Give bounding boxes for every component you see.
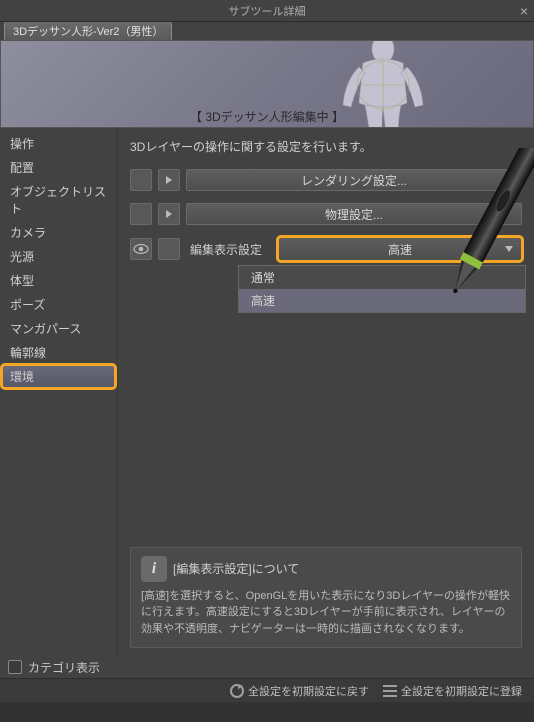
sidebar-item-outline[interactable]: 輪郭線 xyxy=(2,341,115,364)
play-icon-1[interactable] xyxy=(158,169,180,191)
subtitle-tab-bar: 3Dデッサン人形-Ver2（男性） xyxy=(0,22,534,40)
toggle-small-2[interactable] xyxy=(130,203,152,225)
info-icon: i xyxy=(141,556,167,582)
rendering-settings-button[interactable]: レンダリング設定... xyxy=(186,169,522,191)
info-title: [編集表示設定]について xyxy=(173,560,299,577)
preview-caption: 【 3Dデッサン人形編集中 】 xyxy=(190,108,344,125)
dropdown-option-fast[interactable]: 高速 xyxy=(239,289,525,312)
sidebar-item-objectlist[interactable]: オブジェクトリスト xyxy=(2,180,115,220)
register-all-label: 全設定を初期設定に登録 xyxy=(401,683,522,699)
reset-icon xyxy=(230,684,244,698)
reset-all-label: 全設定を初期設定に戻す xyxy=(248,683,369,699)
dropdown-list: 通常 高速 xyxy=(238,265,526,313)
preview-area: 【 3Dデッサン人形編集中 】 xyxy=(0,40,534,128)
category-display-label: カテゴリ表示 xyxy=(28,659,100,676)
edit-display-dropdown[interactable]: 高速 xyxy=(278,237,522,261)
toggle-small-1[interactable] xyxy=(130,169,152,191)
panel-description: 3Dレイヤーの操作に関する設定を行います。 xyxy=(130,138,522,155)
close-icon[interactable]: × xyxy=(520,3,528,19)
sidebar-item-light[interactable]: 光源 xyxy=(2,245,115,268)
reset-all-button[interactable]: 全設定を初期設定に戻す xyxy=(230,683,369,699)
register-icon xyxy=(383,685,397,697)
titlebar: サブツール詳細 × xyxy=(0,0,534,22)
dropdown-option-normal[interactable]: 通常 xyxy=(239,266,525,289)
tool-tab[interactable]: 3Dデッサン人形-Ver2（男性） xyxy=(4,21,172,40)
bottom-options-bar: カテゴリ表示 xyxy=(0,656,534,678)
sidebar: 操作 配置 オブジェクトリスト カメラ 光源 体型 ポーズ マンガパース 輪郭線… xyxy=(0,128,118,656)
window-title: サブツール詳細 xyxy=(229,3,306,19)
dropdown-value: 高速 xyxy=(388,241,412,258)
category-display-checkbox[interactable] xyxy=(8,660,22,674)
sidebar-item-placement[interactable]: 配置 xyxy=(2,156,115,179)
eye-icon[interactable] xyxy=(130,238,152,260)
bottom-action-bar: 全設定を初期設定に戻す 全設定を初期設定に登録 xyxy=(0,678,534,702)
chevron-down-icon xyxy=(505,246,513,252)
sidebar-item-operation[interactable]: 操作 xyxy=(2,132,115,155)
sidebar-item-environment[interactable]: 環境 xyxy=(2,365,115,388)
edit-display-label: 編集表示設定 xyxy=(186,241,272,258)
register-all-button[interactable]: 全設定を初期設定に登録 xyxy=(383,683,522,699)
sidebar-item-pose[interactable]: ポーズ xyxy=(2,293,115,316)
sidebar-item-camera[interactable]: カメラ xyxy=(2,221,115,244)
play-icon-2[interactable] xyxy=(158,203,180,225)
physics-settings-button[interactable]: 物理設定... xyxy=(186,203,522,225)
sidebar-item-mangaperspective[interactable]: マンガパース xyxy=(2,317,115,340)
main-panel: 3Dレイヤーの操作に関する設定を行います。 レンダリング設定... 物理設定..… xyxy=(118,128,534,656)
toggle-small-3[interactable] xyxy=(158,238,180,260)
sidebar-item-bodytype[interactable]: 体型 xyxy=(2,269,115,292)
info-body: [高速]を選択すると、OpenGLを用いた表示になり3Dレイヤーの操作が軽快に行… xyxy=(141,588,511,638)
info-box: i [編集表示設定]について [高速]を選択すると、OpenGLを用いた表示にな… xyxy=(130,547,522,649)
